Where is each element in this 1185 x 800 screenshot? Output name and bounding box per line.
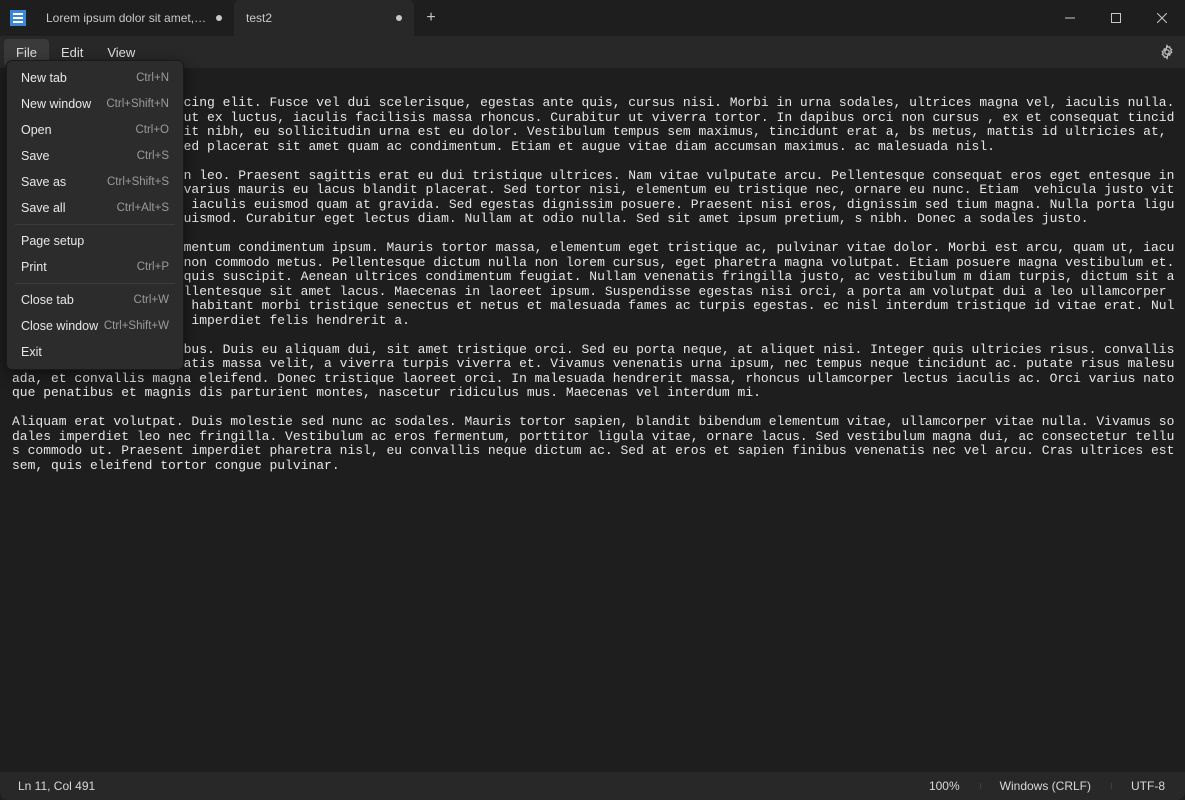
menu-shortcut: Ctrl+Shift+S: [107, 176, 169, 188]
tab-strip: Lorem ipsum dolor sit amet, consect test…: [34, 0, 448, 36]
menu-label: Save all: [21, 201, 65, 215]
menu-new-tab[interactable]: New tab Ctrl+N: [9, 65, 181, 91]
menu-page-setup[interactable]: Page setup: [9, 228, 181, 254]
menu-label: Save as: [21, 175, 66, 189]
menu-shortcut: Ctrl+N: [136, 72, 169, 84]
menu-shortcut: Ctrl+Shift+N: [106, 98, 169, 110]
menu-save-all[interactable]: Save all Ctrl+Alt+S: [9, 195, 181, 221]
menu-label: Close window: [21, 319, 98, 333]
menu-label: Print: [21, 260, 47, 274]
gear-icon: [1159, 44, 1175, 60]
menu-label: New window: [21, 97, 91, 111]
menu-label: Open: [21, 123, 52, 137]
new-tab-button[interactable]: +: [414, 0, 448, 36]
dirty-indicator-icon: [396, 15, 402, 21]
menu-separator: [15, 224, 175, 225]
menu-label: New tab: [21, 71, 67, 85]
app-icon: [10, 10, 26, 26]
status-position[interactable]: Ln 11, Col 491: [0, 779, 95, 793]
status-zoom[interactable]: 100%: [909, 779, 980, 793]
window-controls: [1047, 0, 1185, 36]
close-icon: [1157, 13, 1167, 23]
minimize-icon: [1065, 13, 1075, 23]
app-window: Lorem ipsum dolor sit amet, consect test…: [0, 0, 1185, 800]
status-line-ending[interactable]: Windows (CRLF): [980, 779, 1111, 793]
maximize-button[interactable]: [1093, 0, 1139, 36]
menu-save[interactable]: Save Ctrl+S: [9, 143, 181, 169]
status-bar: Ln 11, Col 491 100% Windows (CRLF) UTF-8: [0, 772, 1185, 800]
close-button[interactable]: [1139, 0, 1185, 36]
file-menu-dropdown: New tab Ctrl+N New window Ctrl+Shift+N O…: [6, 60, 184, 370]
menu-label: Close tab: [21, 293, 74, 307]
tab-2[interactable]: test2: [234, 0, 414, 36]
menu-new-window[interactable]: New window Ctrl+Shift+N: [9, 91, 181, 117]
settings-button[interactable]: [1159, 44, 1175, 60]
menu-shortcut: Ctrl+P: [137, 261, 169, 273]
menu-exit[interactable]: Exit: [9, 339, 181, 365]
menu-label: Exit: [21, 345, 42, 359]
menu-separator: [15, 283, 175, 284]
dirty-indicator-icon: [216, 15, 222, 21]
menu-label: Page setup: [21, 234, 84, 248]
menu-print[interactable]: Print Ctrl+P: [9, 254, 181, 280]
menu-shortcut: Ctrl+Alt+S: [117, 202, 169, 214]
title-bar: Lorem ipsum dolor sit amet, consect test…: [0, 0, 1185, 36]
minimize-button[interactable]: [1047, 0, 1093, 36]
plus-icon: +: [426, 9, 435, 27]
menu-shortcut: Ctrl+O: [135, 124, 169, 136]
tab-1[interactable]: Lorem ipsum dolor sit amet, consect: [34, 0, 234, 36]
menu-shortcut: Ctrl+Shift+W: [104, 320, 169, 332]
menu-shortcut: Ctrl+W: [134, 294, 169, 306]
tab-title: Lorem ipsum dolor sit amet, consect: [46, 11, 208, 25]
menu-label: Save: [21, 149, 50, 163]
tab-title: test2: [246, 11, 388, 25]
menu-close-tab[interactable]: Close tab Ctrl+W: [9, 287, 181, 313]
maximize-icon: [1111, 13, 1121, 23]
menu-close-window[interactable]: Close window Ctrl+Shift+W: [9, 313, 181, 339]
menu-save-as[interactable]: Save as Ctrl+Shift+S: [9, 169, 181, 195]
status-encoding[interactable]: UTF-8: [1111, 779, 1185, 793]
menu-shortcut: Ctrl+S: [137, 150, 169, 162]
menu-open[interactable]: Open Ctrl+O: [9, 117, 181, 143]
